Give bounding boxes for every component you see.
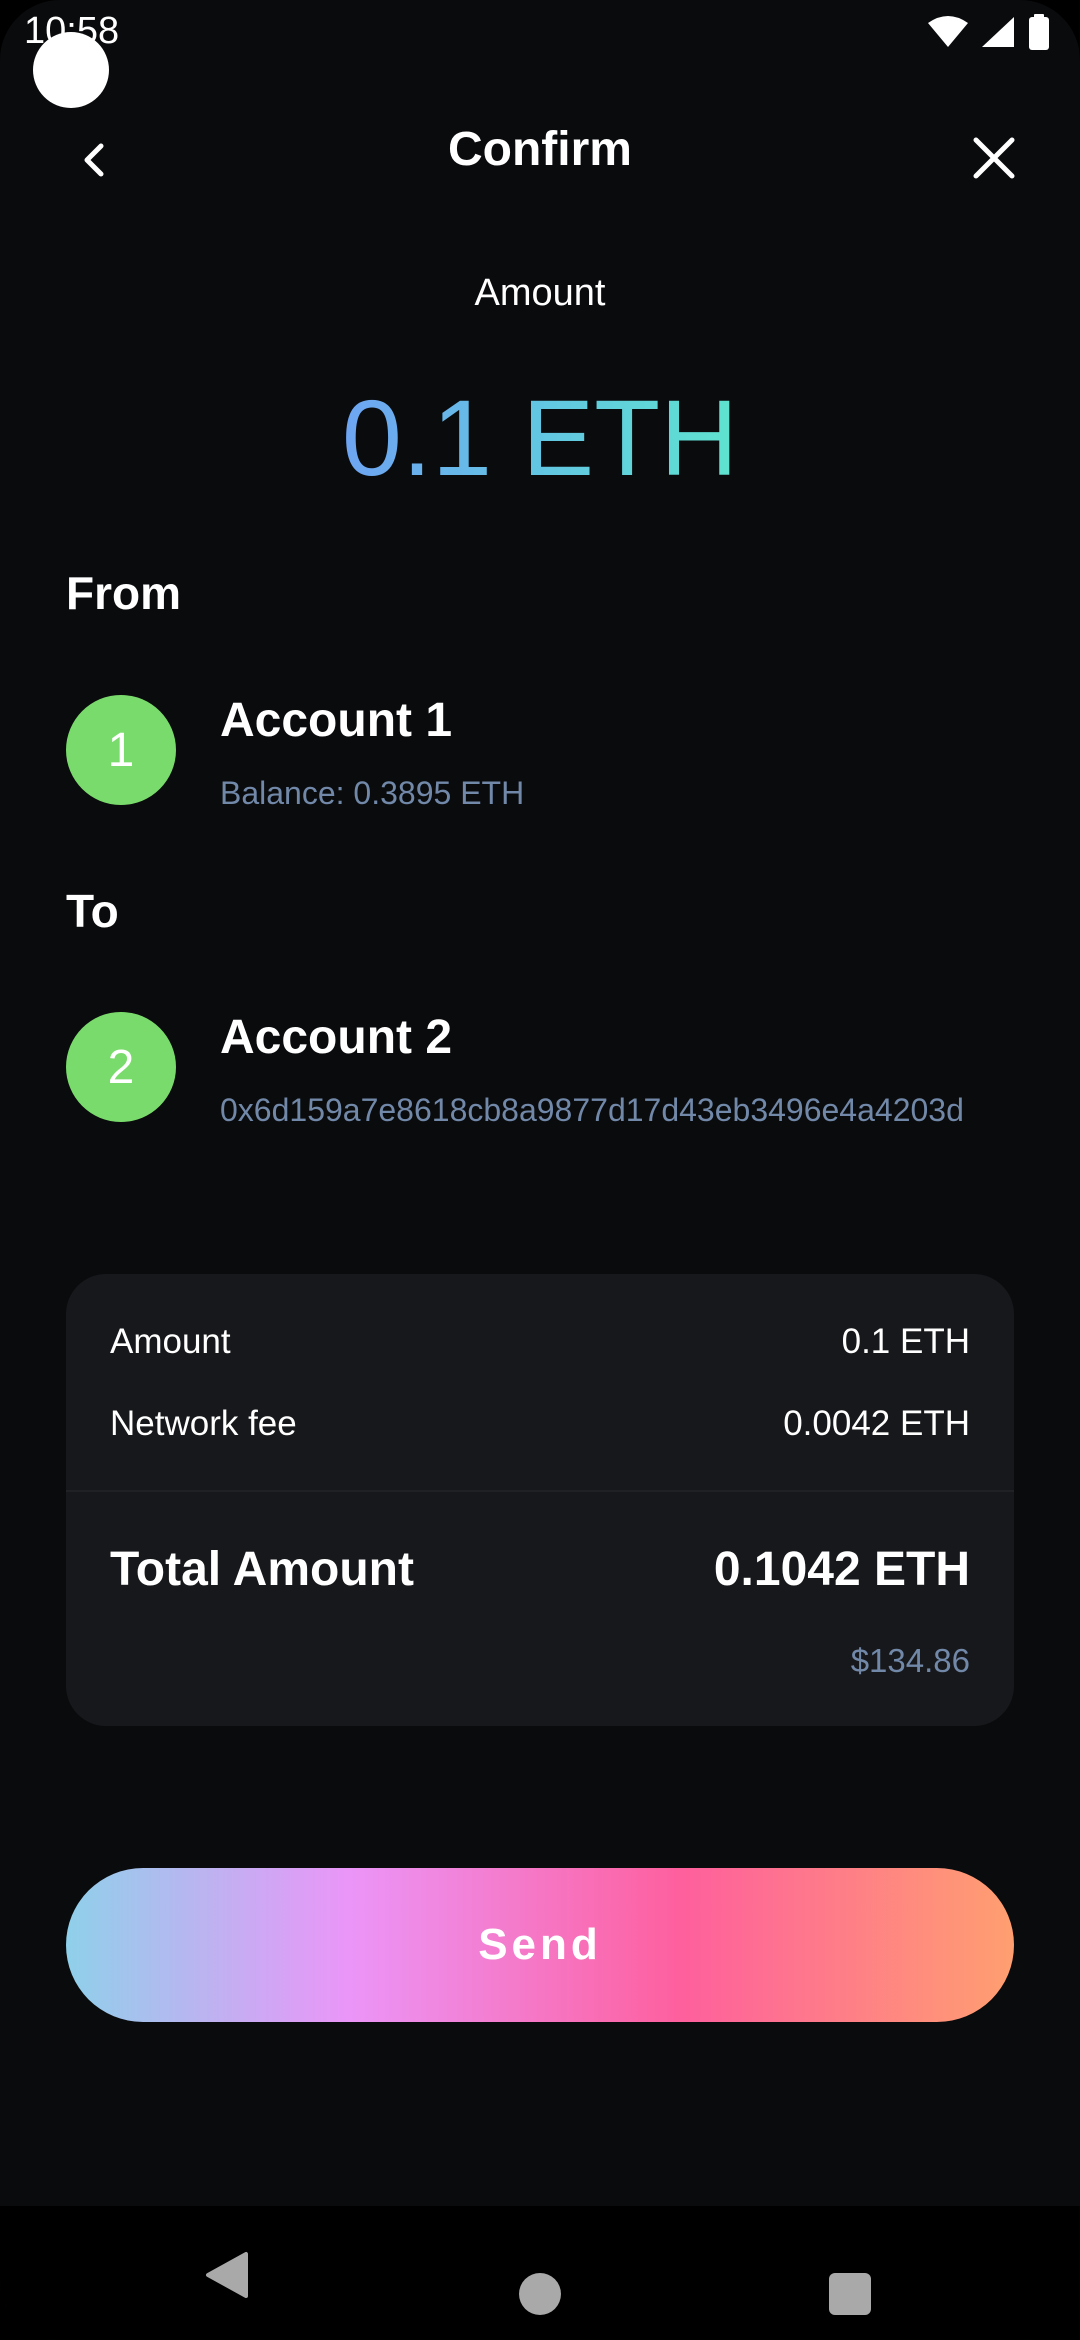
close-icon (973, 137, 1015, 179)
summary-card: Amount 0.1 ETH Network fee 0.0042 ETH To… (66, 1274, 1014, 1726)
fiat-value: $134.86 (850, 1642, 970, 1679)
camera-dot (33, 32, 109, 108)
amount-label: Amount (474, 272, 606, 314)
to-label: To (66, 885, 119, 937)
total-row: Total Amount 0.1042 ETH (110, 1542, 970, 1597)
total-amount-label: Total Amount (110, 1543, 414, 1596)
battery-icon (1029, 14, 1049, 50)
to-avatar: 2 (66, 1012, 176, 1122)
nav-recents-icon[interactable] (829, 2273, 871, 2315)
send-button[interactable]: Send (66, 1868, 1014, 2022)
close-button[interactable] (960, 124, 1028, 192)
nav-back-icon[interactable] (204, 2250, 250, 2300)
network-fee-label: Network fee (110, 1404, 297, 1443)
from-avatar: 1 (66, 695, 176, 805)
page-title: Confirm (448, 123, 632, 176)
total-amount-value: 0.1042 ETH (713, 1543, 970, 1596)
from-label: From (66, 567, 181, 619)
amount-value: 0.1 ETH (0, 378, 1080, 498)
to-account-name: Account 2 (220, 1011, 453, 1064)
system-nav-bar (0, 2206, 1080, 2340)
summary-amount-row: Amount 0.1 ETH (110, 1322, 970, 1362)
from-balance: Balance: 0.3895 ETH (220, 775, 525, 811)
wifi-icon (928, 16, 968, 47)
nav-home-icon[interactable] (519, 2273, 561, 2315)
signal-icon (982, 17, 1014, 47)
summary-amount-label: Amount (110, 1322, 231, 1361)
confirm-screen: 10:58 Confirm Amount 0.1 ETH From 1 Acco… (0, 0, 1080, 2340)
status-bar: 10:58 (0, 0, 1080, 70)
amount-value-text: 0.1 ETH (341, 377, 739, 498)
status-icons (928, 14, 1050, 50)
summary-divider (66, 1490, 1014, 1492)
network-fee-value: 0.0042 ETH (783, 1404, 970, 1443)
summary-amount-value: 0.1 ETH (841, 1322, 970, 1361)
from-account-name: Account 1 (220, 694, 453, 747)
summary-fee-row: Network fee 0.0042 ETH (110, 1404, 970, 1444)
to-address: 0x6d159a7e8618cb8a9877d17d43eb3496e4a420… (220, 1092, 964, 1128)
